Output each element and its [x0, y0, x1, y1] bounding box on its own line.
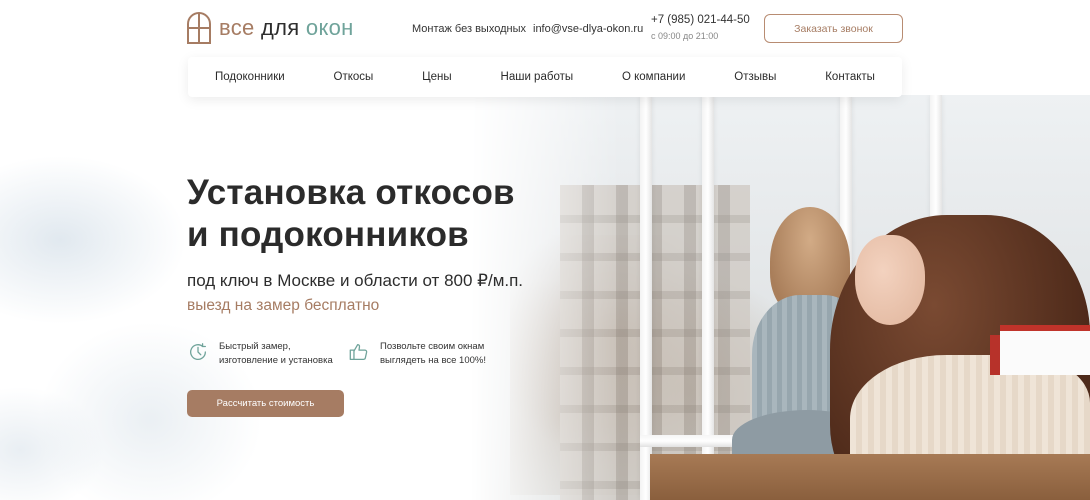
- nav-item-contacts[interactable]: Контакты: [825, 71, 875, 83]
- nav-item-prices[interactable]: Цены: [422, 71, 452, 83]
- hero-photo: [470, 95, 1090, 500]
- nav-item-works[interactable]: Наши работы: [501, 71, 574, 83]
- nav-item-sills[interactable]: Подоконники: [215, 71, 285, 83]
- logo-word-1: все: [219, 15, 255, 40]
- nav-item-slopes[interactable]: Откосы: [334, 71, 374, 83]
- hero-title-line-1: Установка откосов: [187, 173, 515, 212]
- feature-1-line-1: Быстрый замер,: [219, 341, 291, 352]
- working-hours: с 09:00 до 21:00: [651, 31, 719, 41]
- window-logo-icon: [187, 12, 211, 44]
- hero-title-line-2: и подоконников: [187, 215, 469, 254]
- calculate-cost-button[interactable]: Рассчитать стоимость: [187, 390, 344, 417]
- order-call-button[interactable]: Заказать звонок: [764, 14, 903, 43]
- hero-subtitle: под ключ в Москве и области от 800 ₽/м.п…: [187, 271, 524, 290]
- logo-text: все для окон: [219, 15, 354, 41]
- feature-2-line-2: выглядеть на все 100%!: [380, 355, 486, 366]
- logo-word-3: окон: [305, 15, 354, 40]
- logo-word-2: для: [261, 15, 300, 40]
- nav-item-about[interactable]: О компании: [622, 71, 685, 83]
- feature-1-line-2: изготовление и установка: [219, 355, 333, 366]
- main-nav: Подоконники Откосы Цены Наши работы О ко…: [188, 57, 902, 97]
- hero-title: Установка откосов и подоконников: [187, 172, 567, 256]
- feature-fast-measure: Быстрый замер, изготовление и установка: [187, 340, 333, 368]
- feature-2-line-1: Позвольте своим окнам: [380, 341, 485, 352]
- phone-link[interactable]: +7 (985) 021-44-50: [651, 14, 750, 26]
- nav-item-reviews[interactable]: Отзывы: [734, 71, 776, 83]
- email-link[interactable]: info@vse-dlya-okon.ru: [533, 23, 643, 35]
- clock-icon: [190, 343, 206, 360]
- montage-info: Монтаж без выходных: [412, 23, 526, 35]
- thumbs-up-icon: [349, 344, 368, 360]
- logo[interactable]: все для окон: [187, 12, 354, 44]
- feature-perfect-look: Позвольте своим окнам выглядеть на все 1…: [348, 340, 486, 368]
- hero-accent: выезд на замер бесплатно: [187, 297, 380, 314]
